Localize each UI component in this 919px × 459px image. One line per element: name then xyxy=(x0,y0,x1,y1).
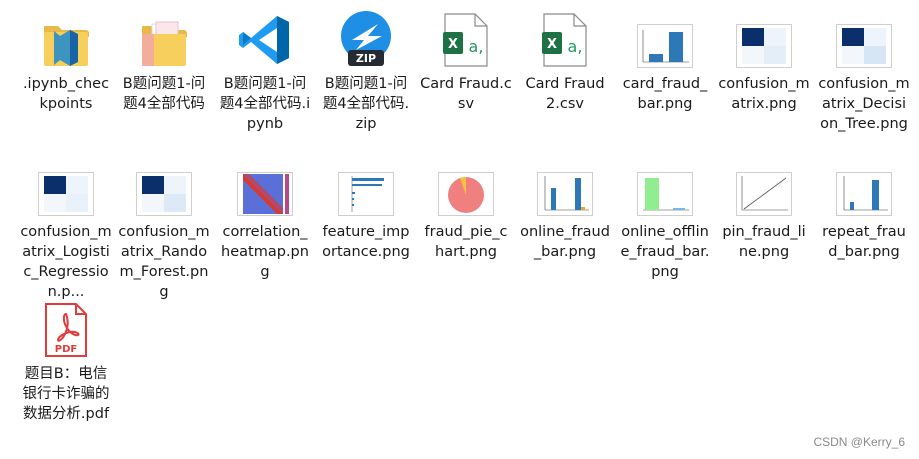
confusion-matrix-thumbnail-icon xyxy=(736,12,792,68)
file-label: Card Fraud.csv xyxy=(420,76,512,112)
file-confusion-matrix-logistic-regression[interactable]: confusion_matrix_Logistic_Regression.p..… xyxy=(17,148,115,302)
file-label: correlation_heatmap.png xyxy=(221,224,309,280)
file-label: pin_fraud_line.png xyxy=(722,224,806,260)
file-card-fraud-bar-png[interactable]: card_fraud_bar.png xyxy=(616,0,714,114)
bar-chart-thumbnail-icon xyxy=(637,12,693,68)
file-correlation-heatmap-png[interactable]: correlation_heatmap.png xyxy=(216,148,314,282)
file-confusion-matrix-decision-tree-png[interactable]: confusion_matrix_Decision_Tree.png xyxy=(815,0,913,134)
heatmap-thumbnail-icon xyxy=(237,160,293,216)
file-confusion-matrix-png[interactable]: confusion_matrix.png xyxy=(715,0,813,114)
svg-text:X: X xyxy=(547,37,557,52)
svg-text:a,: a, xyxy=(469,37,484,56)
file-zip[interactable]: ZIP B题问题1-问题4全部代码.zip xyxy=(317,0,415,134)
excel-csv-icon: X a, xyxy=(438,12,494,68)
file-label: feature_importance.png xyxy=(322,224,410,260)
file-label: repeat_fraud_bar.png xyxy=(822,224,906,260)
file-confusion-matrix-random-forest-png[interactable]: confusion_matrix_Random_Forest.png xyxy=(115,148,213,302)
folder-vscode-icon xyxy=(38,12,94,68)
zip-icon: ZIP xyxy=(338,11,394,68)
file-grid: .ipynb_checkpoints B题问题1-问题4全部代码 B题问题1-问… xyxy=(0,0,919,459)
file-label: Card Fraud2.csv xyxy=(525,76,605,112)
folder-docs-icon xyxy=(136,12,192,68)
bar-chart-thumbnail-icon xyxy=(537,160,593,216)
svg-text:PDF: PDF xyxy=(55,344,77,355)
file-label: online_offline_fraud_bar.png xyxy=(620,224,710,280)
confusion-matrix-thumbnail-icon xyxy=(38,160,94,216)
file-label: card_fraud_bar.png xyxy=(622,76,708,112)
file-label: 题目B：电信银行卡诈骗的数据分析.pdf xyxy=(22,366,110,422)
feature-importance-thumbnail-icon xyxy=(338,160,394,216)
file-online-offline-fraud-bar-png[interactable]: online_offline_fraud_bar.png xyxy=(616,148,714,282)
file-problem-b-pdf[interactable]: PDF 题目B：电信银行卡诈骗的数据分析.pdf xyxy=(17,290,115,424)
file-code-folder[interactable]: B题问题1-问题4全部代码 xyxy=(115,0,213,114)
svg-text:a,: a, xyxy=(568,37,583,56)
file-pin-fraud-line-png[interactable]: pin_fraud_line.png xyxy=(715,148,813,262)
pie-chart-thumbnail-icon xyxy=(438,160,494,216)
excel-csv-icon: X a, xyxy=(537,12,593,68)
file-fraud-pie-chart-png[interactable]: fraud_pie_chart.png xyxy=(417,148,515,262)
svg-text:X: X xyxy=(448,37,458,52)
file-label: confusion_matrix.png xyxy=(718,76,810,112)
vscode-icon xyxy=(237,12,293,68)
watermark: CSDN @Kerry_6 xyxy=(813,435,905,449)
file-label: online_fraud_bar.png xyxy=(520,224,610,260)
file-ipynb-checkpoints[interactable]: .ipynb_checkpoints xyxy=(17,0,115,114)
file-label: fraud_pie_chart.png xyxy=(424,224,508,260)
line-chart-thumbnail-icon xyxy=(736,160,792,216)
bar-chart-thumbnail-icon xyxy=(836,160,892,216)
confusion-matrix-thumbnail-icon xyxy=(836,12,892,68)
file-repeat-fraud-bar-png[interactable]: repeat_fraud_bar.png xyxy=(815,148,913,262)
file-card-fraud-csv[interactable]: X a, Card Fraud.csv xyxy=(417,0,515,114)
file-feature-importance-png[interactable]: feature_importance.png xyxy=(317,148,415,262)
file-label: B题问题1-问题4全部代码 xyxy=(122,76,206,112)
file-online-fraud-bar-png[interactable]: online_fraud_bar.png xyxy=(516,148,614,262)
green-bar-thumbnail-icon xyxy=(637,160,693,216)
file-label: confusion_matrix_Decision_Tree.png xyxy=(818,76,910,132)
file-label: .ipynb_checkpoints xyxy=(22,76,110,112)
file-label: B题问题1-问题4全部代码.ipynb xyxy=(219,76,311,132)
file-card-fraud2-csv[interactable]: X a, Card Fraud2.csv xyxy=(516,0,614,114)
file-label: B题问题1-问题4全部代码.zip xyxy=(322,76,410,132)
file-label: confusion_matrix_Random_Forest.png xyxy=(118,224,210,300)
file-ipynb[interactable]: B题问题1-问题4全部代码.ipynb xyxy=(216,0,314,134)
svg-text:ZIP: ZIP xyxy=(356,52,376,65)
confusion-matrix-thumbnail-icon xyxy=(136,160,192,216)
pdf-icon: PDF xyxy=(38,302,94,358)
